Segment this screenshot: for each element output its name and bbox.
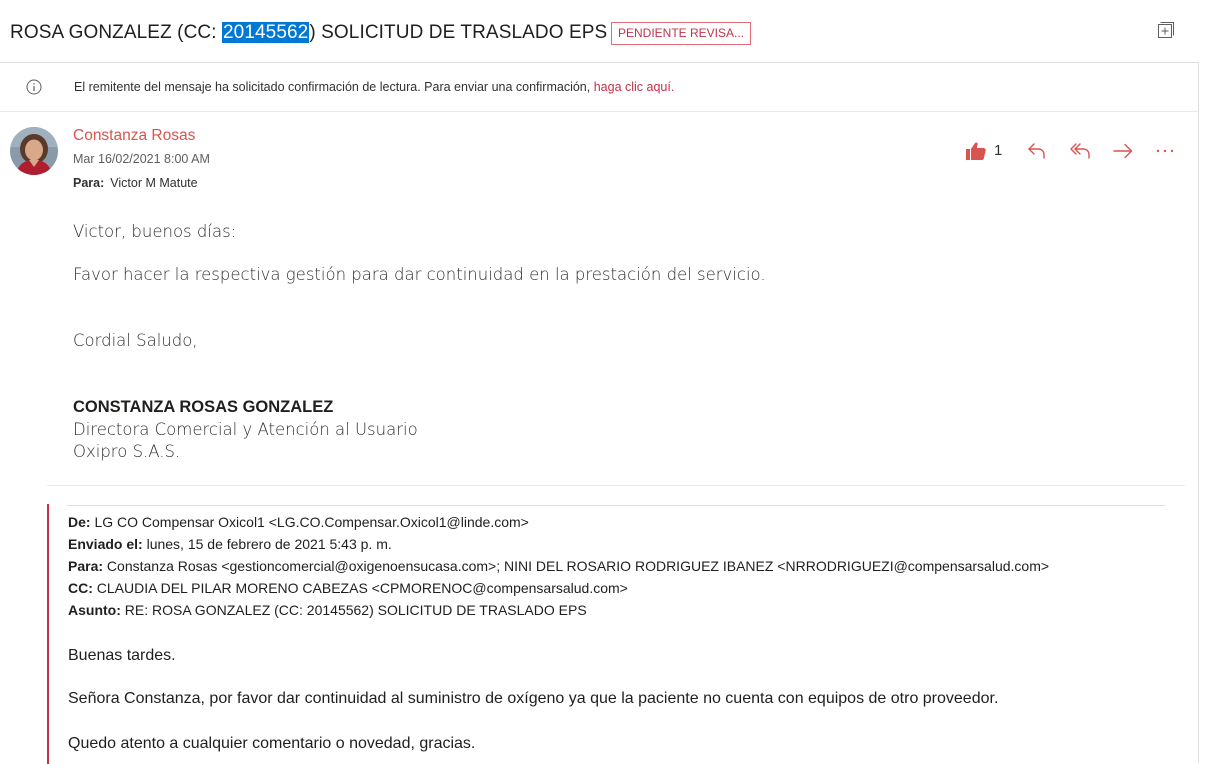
category-tag[interactable]: PENDIENTE REVISA... — [611, 22, 752, 45]
quoted-cc-value: CLAUDIA DEL PILAR MORENO CABEZAS <CPMORE… — [96, 580, 628, 596]
to-label: Para: — [73, 176, 105, 190]
body-greeting: Victor, buenos días: — [73, 222, 237, 241]
quoted-paragraph: Señora Constanza, por favor dar continui… — [68, 690, 999, 707]
quoted-subject: Asunto: RE: ROSA GONZALEZ (CC: 20145562)… — [68, 602, 587, 618]
sender-name[interactable]: Constanza Rosas — [73, 127, 195, 145]
quoted-subject-label: Asunto: — [68, 602, 121, 618]
quoted-to: Para: Constanza Rosas <gestioncomercial@… — [68, 558, 1049, 574]
quoted-from: De: LG CO Compensar Oxicol1 <LG.CO.Compe… — [68, 514, 529, 530]
email-subject: ROSA GONZALEZ (CC: 20145562) SOLICITUD D… — [10, 22, 607, 44]
subject-prefix: ROSA GONZALEZ (CC: — [10, 22, 222, 43]
quoted-from-value: LG CO Compensar Oxicol1 <LG.CO.Compensar… — [94, 514, 529, 530]
recipient-line: Para: Victor M Matute — [73, 176, 198, 190]
quoted-closing: Quedo atento a cualquier comentario o no… — [68, 735, 476, 752]
read-receipt-message: El remitente del mensaje ha solicitado c… — [74, 80, 594, 94]
quoted-sent: Enviado el: lunes, 15 de febrero de 2021… — [68, 536, 392, 552]
quoted-sent-value: lunes, 15 de febrero de 2021 5:43 p. m. — [146, 536, 392, 552]
info-icon — [26, 79, 42, 95]
quoted-cc-label: CC: — [68, 580, 93, 596]
message-date: Mar 16/02/2021 8:00 AM — [73, 152, 210, 166]
subject-suffix: ) SOLICITUD DE TRASLADO EPS — [309, 22, 608, 43]
send-receipt-link[interactable]: haga clic aquí. — [594, 80, 675, 94]
quoted-cc: CC: CLAUDIA DEL PILAR MORENO CABEZAS <CP… — [68, 580, 628, 596]
body-closing: Cordial Saludo, — [73, 331, 198, 350]
like-count: 1 — [994, 142, 1003, 159]
reply-all-icon[interactable] — [1068, 139, 1092, 163]
subject-selected-text[interactable]: 20145562 — [222, 22, 310, 43]
read-receipt-text: El remitente del mensaje ha solicitado c… — [74, 80, 674, 94]
quote-separator — [67, 505, 1165, 506]
quoted-to-label: Para: — [68, 558, 104, 574]
quote-bar — [47, 504, 49, 764]
more-icon[interactable] — [1153, 139, 1177, 163]
signature-title: Directora Comercial y Atención al Usuari… — [73, 420, 418, 439]
signature-company: Oxipro S.A.S. — [73, 442, 181, 461]
recipient-name[interactable]: Victor M Matute — [110, 176, 197, 190]
signature-name: CONSTANZA ROSAS GONZALEZ — [73, 398, 334, 416]
quoted-sent-label: Enviado el: — [68, 536, 143, 552]
read-receipt-banner: El remitente del mensaje ha solicitado c… — [0, 63, 1198, 112]
quoted-from-label: De: — [68, 514, 91, 530]
avatar[interactable] — [10, 127, 58, 175]
quoted-to-value: Constanza Rosas <gestioncomercial@oxigen… — [106, 558, 1050, 574]
quoted-subject-value: RE: ROSA GONZALEZ (CC: 20145562) SOLICIT… — [124, 602, 587, 618]
reply-icon[interactable] — [1025, 139, 1049, 163]
body-paragraph: Favor hacer la respectiva gestión para d… — [73, 265, 766, 284]
body-divider — [47, 485, 1185, 486]
open-in-new-window-icon[interactable] — [1157, 21, 1175, 39]
like-icon[interactable] — [964, 139, 988, 163]
forward-icon[interactable] — [1111, 139, 1135, 163]
subject-bar: ROSA GONZALEZ (CC: 20145562) SOLICITUD D… — [0, 0, 1210, 62]
quoted-greeting: Buenas tardes. — [68, 647, 176, 664]
